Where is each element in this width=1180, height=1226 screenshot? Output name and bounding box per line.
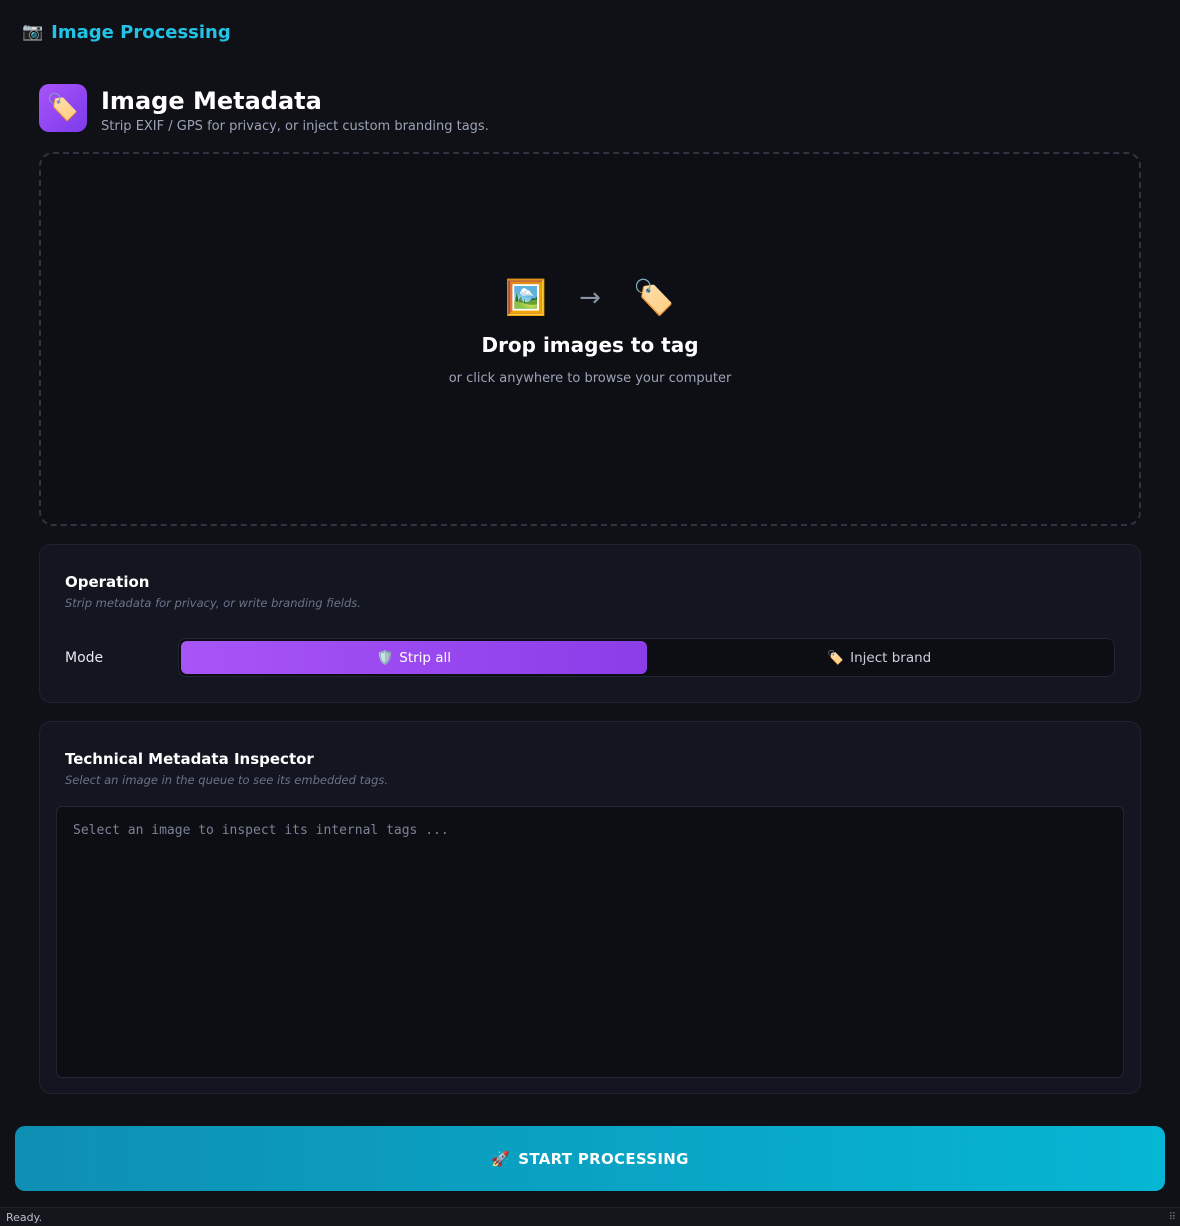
tag-icon: 🏷️ [632,277,676,318]
image-dropzone[interactable]: 🖼️ → 🏷️ Drop images to tag or click anyw… [39,152,1141,526]
mode-option-label: Inject brand [850,649,932,666]
header-icon-glyph: 🏷️ [46,93,80,123]
start-processing-label: START PROCESSING [518,1149,689,1168]
status-bar: Ready. ⠿ [0,1207,1180,1226]
tag-icon: 🏷️ [827,649,845,666]
tag-icon: 🏷️ [39,84,87,132]
operation-subtitle: Strip metadata for privacy, or write bra… [65,596,361,610]
mode-label: Mode [65,649,104,666]
operation-card: Operation Strip metadata for privacy, or… [39,544,1141,703]
metadata-inspector-card: Technical Metadata Inspector Select an i… [39,721,1141,1094]
mode-segmented-control: 🛡️ Strip all 🏷️ Inject brand [178,638,1115,677]
dropzone-title: Drop images to tag [481,332,699,357]
status-text: Ready. [6,1210,43,1224]
header-text: Image Metadata Strip EXIF / GPS for priv… [101,84,489,134]
app-title-bar: 📷 Image Processing [22,22,231,43]
camera-icon: 📷 [22,22,44,42]
app-title: Image Processing [51,22,231,43]
mode-strip-all-button[interactable]: 🛡️ Strip all [181,641,647,674]
arrow-right-icon: → [579,282,601,313]
framed-picture-icon: 🖼️ [504,277,548,318]
inspector-title: Technical Metadata Inspector [65,750,314,768]
rocket-icon: 🚀 [491,1149,511,1168]
mode-option-label: Strip all [399,649,452,666]
page-header: 🏷️ Image Metadata Strip EXIF / GPS for p… [39,84,489,134]
page-title: Image Metadata [101,87,322,115]
shield-icon: 🛡️ [376,649,394,666]
operation-title: Operation [65,573,150,591]
inspector-subtitle: Select an image in the queue to see its … [65,773,389,787]
mode-inject-brand-button[interactable]: 🏷️ Inject brand [647,641,1113,674]
dropzone-icons: 🖼️ → 🏷️ [505,281,675,315]
metadata-inspector-textarea[interactable] [56,806,1124,1078]
page-subtitle: Strip EXIF / GPS for privacy, or inject … [101,119,489,134]
resize-grip-icon[interactable]: ⠿ [1169,1213,1176,1223]
start-processing-button[interactable]: 🚀 START PROCESSING [15,1126,1165,1191]
dropzone-subtitle: or click anywhere to browse your compute… [448,370,732,386]
mode-row: Mode 🛡️ Strip all 🏷️ Inject brand [65,638,1115,677]
